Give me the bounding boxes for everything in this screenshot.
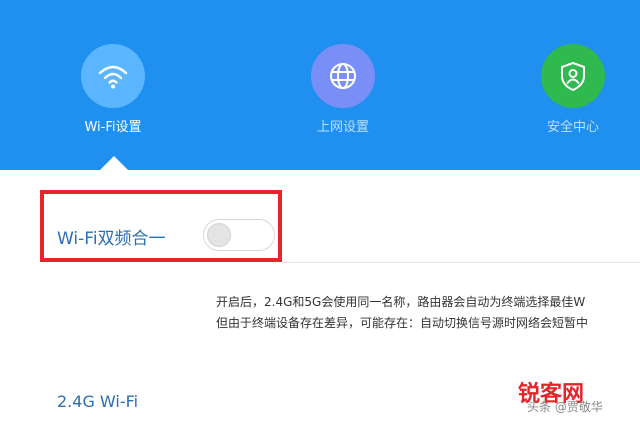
dual-band-description-line-2: 但由于终端设备存在差异，可能存在：自动切换信号源时网络会短暂中 — [216, 316, 589, 330]
watermark-author: 头条 @贾敬华 — [527, 400, 603, 414]
nav-item-internet-settings[interactable]: 上网设置 — [278, 44, 408, 135]
top-nav-bar: Wi-Fi设置 上网设置 安全中心 — [0, 0, 640, 170]
highlight-annotation-box — [40, 190, 282, 262]
active-tab-pointer — [100, 156, 128, 170]
shield-icon-circle — [541, 44, 605, 108]
globe-icon-circle — [311, 44, 375, 108]
wifi-icon — [98, 65, 128, 89]
dual-band-description-line-1: 开启后，2.4G和5G会使用同一名称，路由器会自动为终端选择最佳W — [216, 295, 586, 309]
globe-icon — [330, 63, 356, 89]
nav-label-internet-settings: 上网设置 — [316, 120, 369, 135]
router-settings-page: Wi-Fi设置 上网设置 安全中心 Wi-Fi双频合一 开启后，2.4G和5G会… — [0, 0, 640, 425]
row-divider — [282, 262, 640, 263]
nav-label-security-center: 安全中心 — [546, 120, 599, 135]
nav-label-wifi-settings: Wi-Fi设置 — [84, 120, 142, 135]
section-title-2g-wifi: 2.4G Wi-Fi — [57, 392, 139, 411]
shield-user-icon — [561, 62, 585, 91]
nav-item-security-center[interactable]: 安全中心 — [508, 44, 638, 135]
nav-item-wifi-settings[interactable]: Wi-Fi设置 — [48, 44, 178, 135]
wifi-icon-circle — [81, 44, 145, 108]
